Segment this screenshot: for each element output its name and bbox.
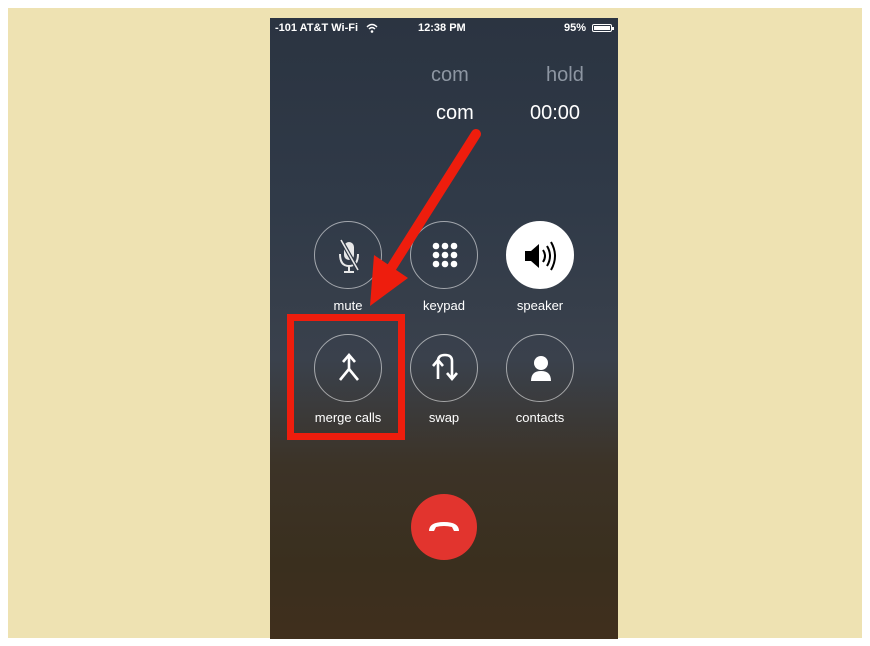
annotation-arrow	[370, 129, 481, 306]
